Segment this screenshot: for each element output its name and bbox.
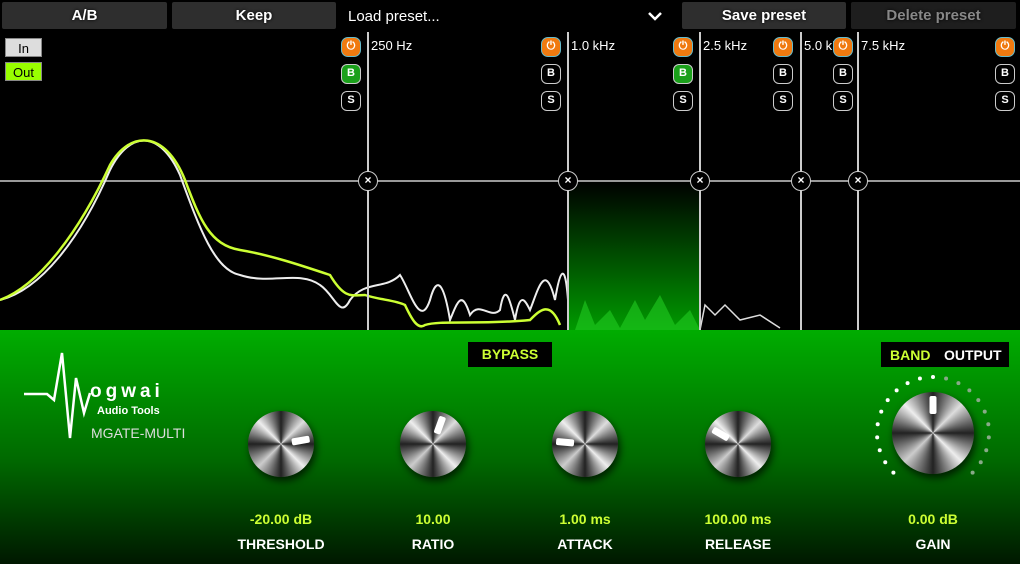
band-solo-button[interactable]: S — [773, 91, 793, 111]
remove-split-icon[interactable]: × — [848, 171, 868, 191]
band-solo-button[interactable]: S — [341, 91, 361, 111]
band-frequency-label: 1.0 kHz — [571, 38, 616, 53]
knob-indicator — [929, 396, 937, 414]
knob-indicator — [291, 435, 311, 446]
scale-dot — [984, 448, 989, 453]
release-value: 100.00 ms — [704, 511, 772, 527]
band-frequency-label: 250 Hz — [371, 38, 413, 53]
scale-dot — [905, 381, 910, 386]
threshold-value: -20.00 dB — [249, 511, 313, 527]
scale-dot — [976, 398, 981, 403]
gain-knob[interactable] — [892, 392, 974, 474]
band-frequency-label: 7.5 kHz — [861, 38, 906, 53]
gain-label: GAIN — [915, 536, 951, 552]
scale-dot — [875, 422, 880, 427]
band-solo-button[interactable]: S — [541, 91, 561, 111]
remove-split-icon[interactable]: × — [358, 171, 378, 191]
knob-indicator — [711, 426, 731, 442]
band-power-icon[interactable]: ⏻ — [773, 37, 793, 57]
scale-dot — [875, 435, 880, 440]
scale-dot — [894, 388, 899, 393]
scale-dot — [944, 376, 949, 381]
band-bypass-button[interactable]: B — [341, 64, 361, 84]
remove-split-icon[interactable]: × — [791, 171, 811, 191]
band-power-icon[interactable]: ⏻ — [673, 37, 693, 57]
remove-split-icon[interactable]: × — [690, 171, 710, 191]
input-spectrum-curve — [0, 139, 569, 324]
band-tab[interactable]: BAND — [890, 347, 930, 363]
release-knob[interactable] — [705, 411, 771, 477]
scale-dot — [891, 470, 896, 475]
band-bypass-button[interactable]: B — [773, 64, 793, 84]
ratio-label: RATIO — [411, 536, 455, 552]
high-spectrum-curve — [699, 303, 781, 330]
logo-subtitle: Audio Tools — [97, 405, 160, 417]
scale-dot — [931, 375, 935, 379]
scale-dot — [970, 470, 975, 475]
release-label: RELEASE — [704, 536, 772, 552]
output-spectrum-curve — [0, 139, 562, 328]
scale-dot — [917, 376, 922, 381]
bypass-button[interactable]: BYPASS — [468, 342, 552, 367]
scale-dot — [986, 435, 991, 440]
band-bypass-button[interactable]: B — [541, 64, 561, 84]
remove-split-icon[interactable]: × — [558, 171, 578, 191]
band-power-icon[interactable]: ⏻ — [833, 37, 853, 57]
scale-dot — [956, 381, 961, 386]
scale-dot — [879, 409, 884, 414]
scale-dot — [877, 448, 882, 453]
attack-value: 1.00 ms — [559, 511, 611, 527]
scale-dot — [885, 398, 890, 403]
band-power-icon[interactable]: ⏻ — [541, 37, 561, 57]
logo-waveform — [24, 352, 92, 439]
band-solo-button[interactable]: S — [673, 91, 693, 111]
scale-dot — [967, 388, 972, 393]
band-solo-button[interactable]: S — [995, 91, 1015, 111]
band-spectrum-curve — [575, 295, 700, 330]
scale-dot — [978, 460, 983, 465]
scale-dot — [982, 409, 987, 414]
threshold-knob[interactable] — [248, 411, 314, 477]
logo-text: ogwai — [90, 381, 164, 402]
knob-indicator — [433, 415, 447, 435]
scale-dot — [986, 422, 991, 427]
knob-indicator — [555, 437, 575, 447]
attack-label: ATTACK — [557, 536, 613, 552]
ratio-knob[interactable] — [400, 411, 466, 477]
gain-value: 0.00 dB — [908, 511, 958, 527]
band-bypass-button[interactable]: B — [833, 64, 853, 84]
band-power-icon[interactable]: ⏻ — [995, 37, 1015, 57]
attack-knob[interactable] — [552, 411, 618, 477]
band-solo-button[interactable]: S — [833, 91, 853, 111]
threshold-label: THRESHOLD — [237, 536, 325, 552]
ratio-value: 10.00 — [415, 511, 451, 527]
band-power-icon[interactable]: ⏻ — [341, 37, 361, 57]
band-bypass-button[interactable]: B — [995, 64, 1015, 84]
product-name: MGATE-MULTI — [91, 425, 186, 441]
output-tab[interactable]: OUTPUT — [944, 347, 1002, 363]
scale-dot — [883, 460, 888, 465]
band-frequency-label: 2.5 kHz — [703, 38, 748, 53]
band-bypass-button[interactable]: B — [673, 64, 693, 84]
